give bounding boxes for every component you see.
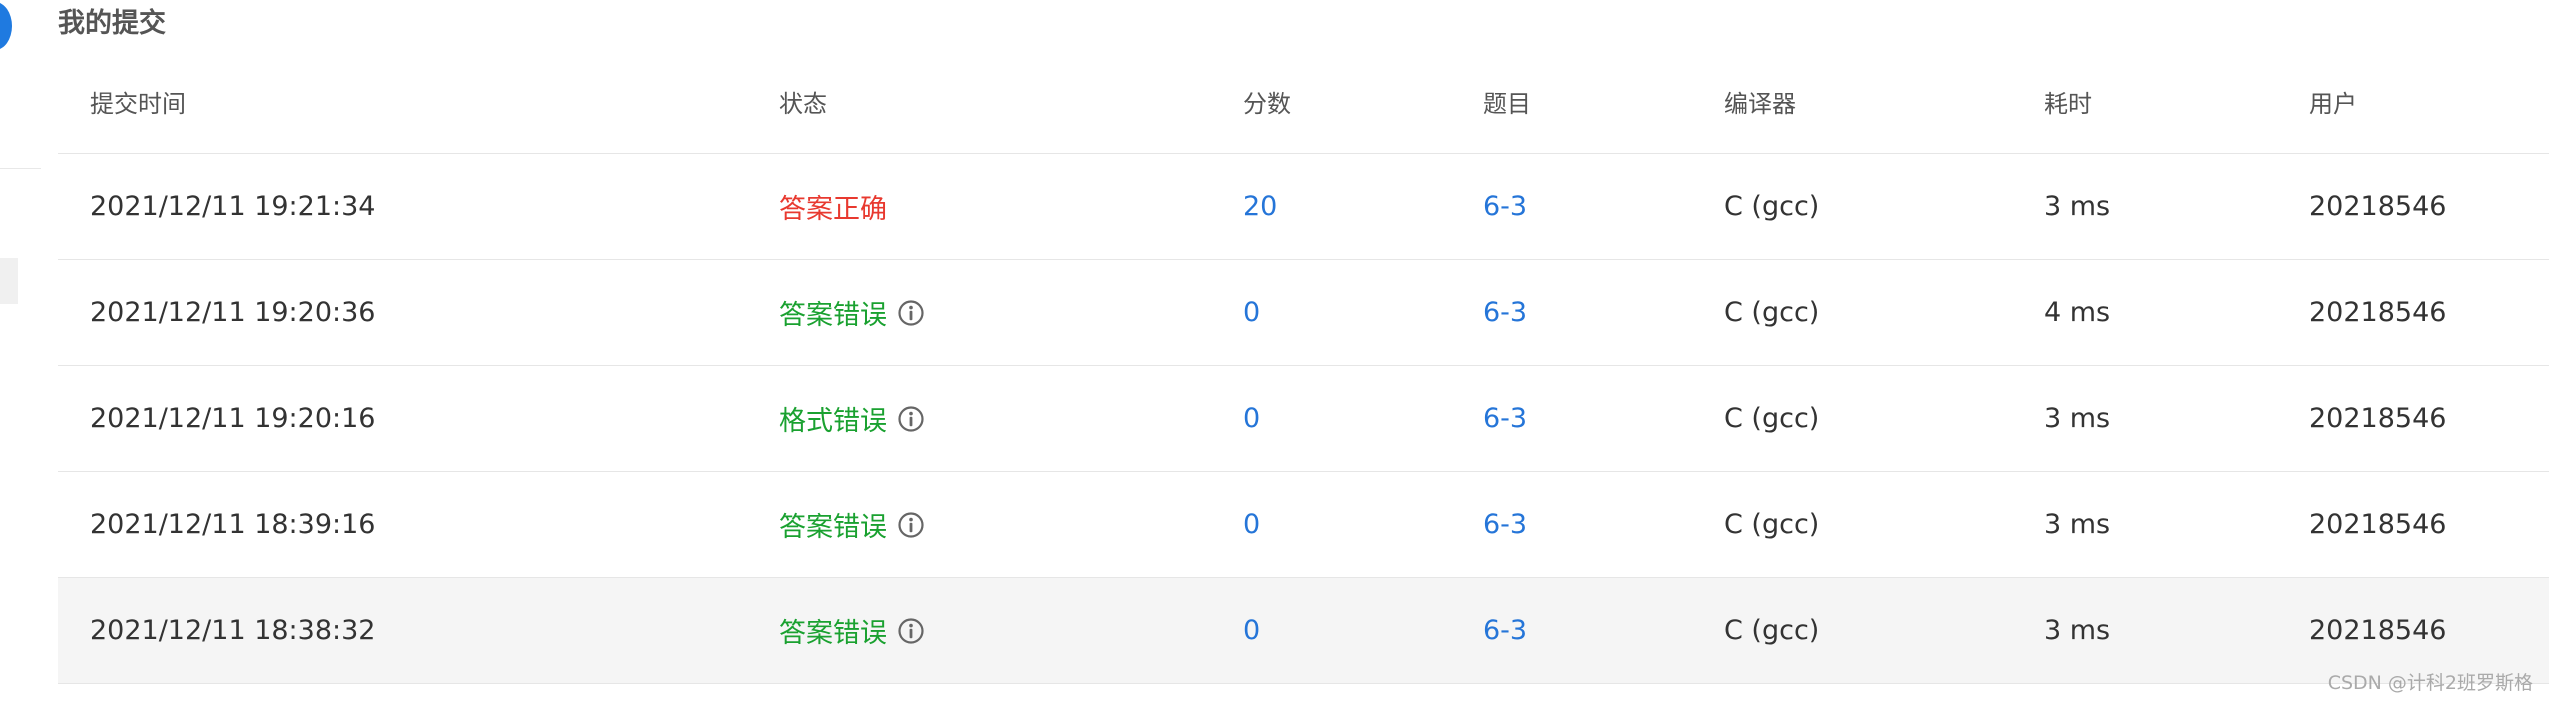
table-header-row: 提交时间 状态 分数 题目 编译器 耗时 用户	[58, 49, 2549, 154]
table-row[interactable]: 2021/12/11 18:38:32 答案错误 0 6-3 C (gcc) 3…	[58, 577, 2549, 684]
status-text: 格式错误	[779, 406, 887, 437]
cell-duration: 3 ms	[2044, 577, 2309, 684]
cell-compiler: C (gcc)	[1724, 471, 2044, 578]
cell-status: 答案错误	[779, 471, 1243, 578]
score-link[interactable]: 0	[1243, 615, 1260, 646]
status-group: 答案正确	[779, 187, 887, 226]
cell-problem: 6-3	[1483, 153, 1724, 260]
table-row[interactable]: 2021/12/11 18:39:16 答案错误 0 6-3 C (gcc) 3…	[58, 471, 2549, 578]
cell-score: 0	[1243, 259, 1483, 366]
info-circle-icon[interactable]	[897, 511, 925, 539]
info-circle-icon[interactable]	[897, 405, 925, 433]
cell-time: 2021/12/11 19:20:36	[58, 259, 779, 366]
table-row[interactable]: 2021/12/11 19:20:36 答案错误 0 6-3 C (gcc) 4…	[58, 259, 2549, 366]
problem-link[interactable]: 6-3	[1483, 297, 1527, 328]
status-text: 答案错误	[779, 512, 887, 543]
column-header-score: 分数	[1243, 49, 1483, 154]
cell-duration: 3 ms	[2044, 471, 2309, 578]
status-group: 答案错误	[779, 293, 925, 332]
sidebar-divider	[0, 168, 41, 169]
sidebar-collapse-tab[interactable]	[0, 258, 18, 304]
column-header-duration: 耗时	[2044, 49, 2309, 154]
cell-duration: 3 ms	[2044, 365, 2309, 472]
page-title: 我的提交	[58, 8, 166, 39]
problem-link[interactable]: 6-3	[1483, 615, 1527, 646]
table-row[interactable]: 2021/12/11 19:20:16 格式错误 0 6-3 C (gcc) 3…	[58, 365, 2549, 472]
cell-duration: 3 ms	[2044, 153, 2309, 260]
column-header-problem: 题目	[1483, 49, 1724, 154]
submissions-table: 提交时间 状态 分数 题目 编译器 耗时 用户 2021/12/11 19:21…	[58, 49, 2549, 684]
info-circle-icon[interactable]	[897, 617, 925, 645]
cell-compiler: C (gcc)	[1724, 577, 2044, 684]
column-header-user: 用户	[2309, 49, 2549, 154]
table-row[interactable]: 2021/12/11 19:21:34 答案正确 20 6-3 C (gcc) …	[58, 153, 2549, 260]
score-link[interactable]: 0	[1243, 509, 1260, 540]
cell-user: 20218546	[2309, 259, 2549, 366]
cell-status: 答案正确	[779, 153, 1243, 260]
score-link[interactable]: 20	[1243, 191, 1277, 222]
avatar-edge	[0, 2, 12, 50]
score-link[interactable]: 0	[1243, 403, 1260, 434]
cell-compiler: C (gcc)	[1724, 365, 2044, 472]
cell-score: 0	[1243, 577, 1483, 684]
status-group: 答案错误	[779, 505, 925, 544]
cell-score: 0	[1243, 471, 1483, 578]
watermark: CSDN @计科2班罗斯格	[2327, 672, 2533, 694]
cell-time: 2021/12/11 18:38:32	[58, 577, 779, 684]
cell-duration: 4 ms	[2044, 259, 2309, 366]
cell-user: 20218546	[2309, 365, 2549, 472]
score-link[interactable]: 0	[1243, 297, 1260, 328]
info-circle-icon[interactable]	[897, 299, 925, 327]
cell-problem: 6-3	[1483, 365, 1724, 472]
cell-compiler: C (gcc)	[1724, 153, 2044, 260]
problem-link[interactable]: 6-3	[1483, 403, 1527, 434]
cell-problem: 6-3	[1483, 259, 1724, 366]
cell-user: 20218546	[2309, 471, 2549, 578]
cell-problem: 6-3	[1483, 471, 1724, 578]
cell-status: 格式错误	[779, 365, 1243, 472]
problem-link[interactable]: 6-3	[1483, 509, 1527, 540]
cell-user: 20218546	[2309, 153, 2549, 260]
status-text: 答案正确	[779, 194, 887, 225]
cell-status: 答案错误	[779, 259, 1243, 366]
status-group: 答案错误	[779, 611, 925, 650]
problem-link[interactable]: 6-3	[1483, 191, 1527, 222]
status-group: 格式错误	[779, 399, 925, 438]
column-header-time: 提交时间	[58, 49, 779, 154]
cell-time: 2021/12/11 19:20:16	[58, 365, 779, 472]
cell-score: 20	[1243, 153, 1483, 260]
status-text: 答案错误	[779, 618, 887, 649]
cell-compiler: C (gcc)	[1724, 259, 2044, 366]
column-header-status: 状态	[779, 49, 1243, 154]
column-header-compiler: 编译器	[1724, 49, 2044, 154]
cell-score: 0	[1243, 365, 1483, 472]
submissions-table-container: 提交时间 状态 分数 题目 编译器 耗时 用户 2021/12/11 19:21…	[58, 49, 2549, 684]
cell-time: 2021/12/11 19:21:34	[58, 153, 779, 260]
cell-problem: 6-3	[1483, 577, 1724, 684]
status-text: 答案错误	[779, 300, 887, 331]
cell-time: 2021/12/11 18:39:16	[58, 471, 779, 578]
cell-status: 答案错误	[779, 577, 1243, 684]
